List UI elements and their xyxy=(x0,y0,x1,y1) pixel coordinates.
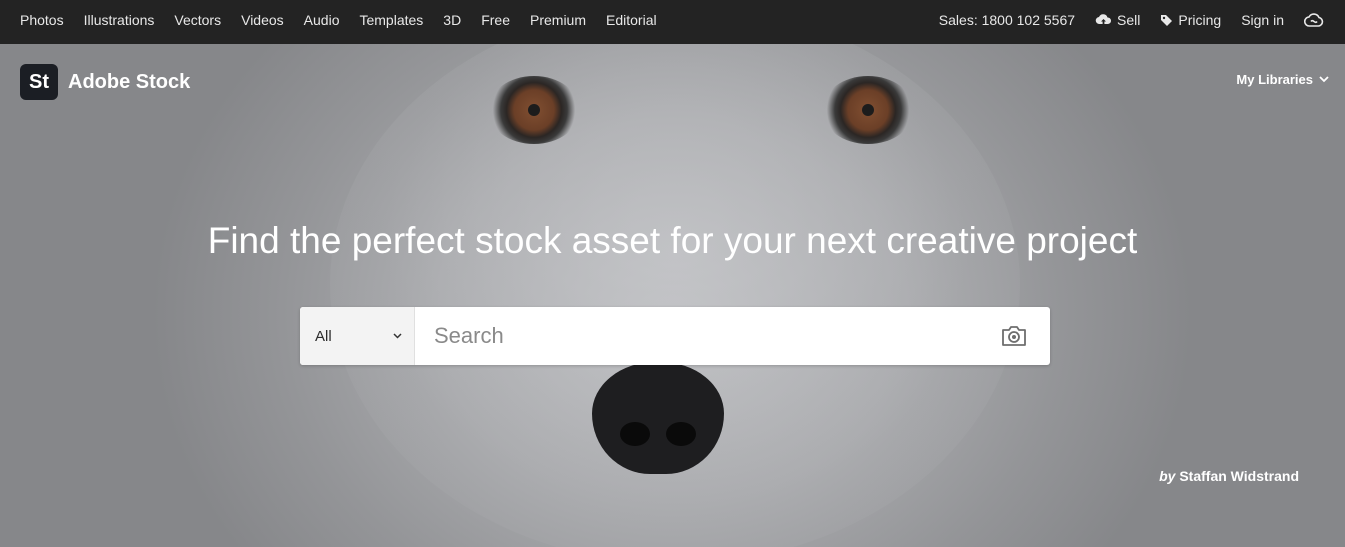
photo-credit: by Staffan Widstrand xyxy=(1159,468,1299,484)
nav-free[interactable]: Free xyxy=(481,12,510,28)
nav-3d[interactable]: 3D xyxy=(443,12,461,28)
my-libraries-label: My Libraries xyxy=(1236,72,1313,87)
nav-illustrations[interactable]: Illustrations xyxy=(84,12,155,28)
hero-headline: Find the perfect stock asset for your ne… xyxy=(207,220,1138,261)
nav-premium[interactable]: Premium xyxy=(530,12,586,28)
sales-phone: Sales: 1800 102 5567 xyxy=(938,12,1076,28)
search-bar: All xyxy=(300,307,1050,365)
nav-templates[interactable]: Templates xyxy=(359,12,423,28)
adobe-stock-logo[interactable]: St Adobe Stock xyxy=(20,64,190,100)
chevron-down-icon xyxy=(393,333,402,339)
upload-cloud-icon xyxy=(1095,14,1112,26)
camera-icon xyxy=(1002,326,1026,346)
sign-in-link[interactable]: Sign in xyxy=(1241,12,1284,28)
account-nav: Sales: 1800 102 5567 Sell Pricing Sign i… xyxy=(939,0,1329,40)
nav-videos[interactable]: Videos xyxy=(241,12,284,28)
pricing-label: Pricing xyxy=(1178,12,1222,28)
creative-cloud-button[interactable] xyxy=(1304,12,1329,28)
tag-icon xyxy=(1161,14,1173,26)
my-libraries-button[interactable]: My Libraries xyxy=(1236,72,1329,87)
asset-type-nav: Photos Illustrations Vectors Videos Audi… xyxy=(20,0,677,40)
nav-audio[interactable]: Audio xyxy=(304,12,340,28)
fox-nose xyxy=(592,362,724,474)
sell-label: Sell xyxy=(1117,12,1141,28)
sell-link[interactable]: Sell xyxy=(1095,12,1140,28)
pricing-link[interactable]: Pricing xyxy=(1160,12,1221,28)
search-input[interactable] xyxy=(415,307,978,365)
visual-search-button[interactable] xyxy=(978,307,1050,365)
nav-vectors[interactable]: Vectors xyxy=(174,12,221,28)
fox-right-eye xyxy=(822,76,914,144)
top-nav-bar: Photos Illustrations Vectors Videos Audi… xyxy=(0,0,1345,44)
fox-left-eye xyxy=(488,76,580,144)
nav-editorial[interactable]: Editorial xyxy=(606,12,657,28)
hero-banner: St Adobe Stock My Libraries Find the per… xyxy=(0,44,1345,547)
logo-badge: St xyxy=(20,64,58,100)
chevron-down-icon xyxy=(1319,76,1329,83)
logo-text: Adobe Stock xyxy=(68,70,191,93)
credit-author[interactable]: Staffan Widstrand xyxy=(1179,468,1299,484)
creative-cloud-icon xyxy=(1304,13,1324,27)
nav-photos[interactable]: Photos xyxy=(20,12,64,28)
credit-prefix: by xyxy=(1159,468,1176,484)
asset-type-select[interactable]: All xyxy=(300,307,415,365)
asset-type-value: All xyxy=(315,327,332,345)
